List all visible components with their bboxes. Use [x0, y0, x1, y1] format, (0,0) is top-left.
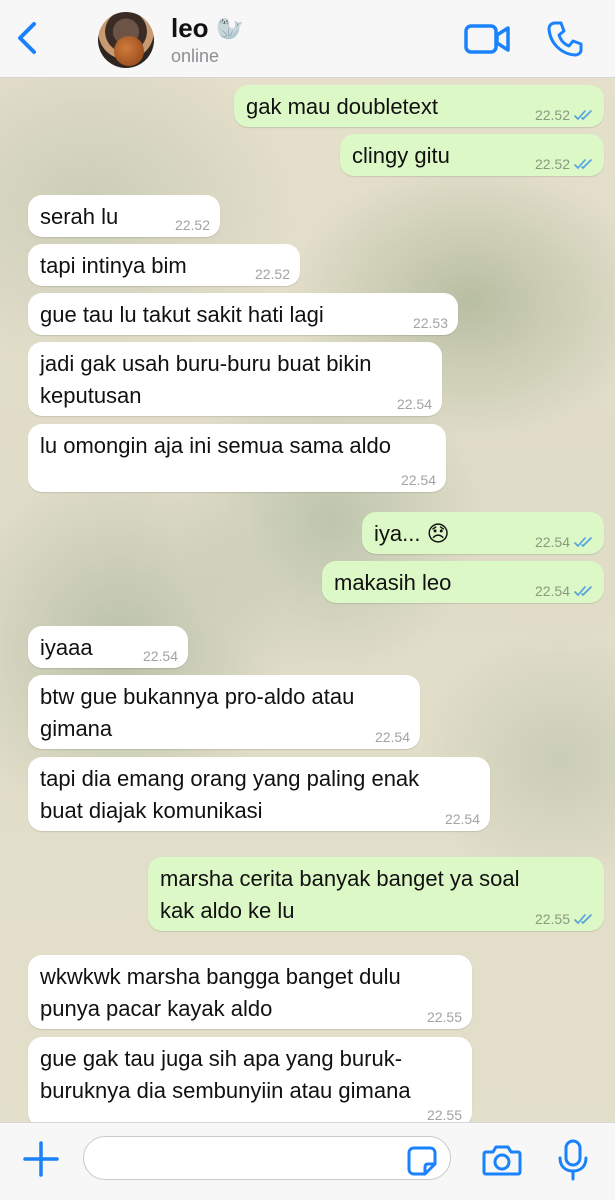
- incoming-message-bubble[interactable]: gue tau lu takut sakit hati lagi 22.53: [28, 293, 458, 335]
- message-timestamp: 22.52: [254, 266, 290, 282]
- incoming-message-bubble[interactable]: iyaaa 22.54: [28, 626, 188, 668]
- message-timestamp: 22.54: [534, 534, 570, 550]
- read-receipt-ticks-icon: [574, 586, 592, 596]
- message-text: marsha cerita banyak banget ya soal kak …: [160, 866, 520, 923]
- camera-button[interactable]: [482, 1143, 522, 1177]
- message-meta: 22.55: [427, 1009, 462, 1025]
- message-meta: 22.54: [401, 472, 436, 488]
- message-text: tapi intinya bim: [40, 253, 187, 278]
- phone-call-icon: [547, 21, 583, 57]
- read-receipt-ticks-icon: [574, 914, 592, 924]
- outgoing-message-bubble[interactable]: makasih leo 22.54: [322, 561, 604, 603]
- message-meta: 22.54: [397, 396, 432, 412]
- message-meta: 22.54: [375, 729, 410, 745]
- message-timestamp: 22.52: [534, 107, 570, 123]
- message-timestamp: 22.52: [534, 156, 570, 172]
- message-text: jadi gak usah buru-buru buat bikin keput…: [40, 351, 372, 408]
- incoming-message-bubble[interactable]: jadi gak usah buru-buru buat bikin keput…: [28, 342, 442, 416]
- incoming-message-bubble[interactable]: tapi intinya bim 22.52: [28, 244, 300, 286]
- message-timestamp: 22.54: [534, 583, 570, 599]
- message-input[interactable]: [83, 1136, 451, 1180]
- message-meta: 22.52: [535, 107, 594, 123]
- message-timestamp: 22.53: [412, 315, 448, 331]
- message-text: lu omongin aja ini semua sama aldo: [40, 433, 391, 458]
- contact-name[interactable]: leo: [171, 13, 209, 44]
- message-list[interactable]: gak mau doubletext 22.52 clingy gitu 22.52 s…: [0, 78, 615, 1122]
- sticker-icon: [407, 1146, 437, 1176]
- message-timestamp: 22.52: [174, 217, 210, 233]
- read-receipt-ticks-icon: [574, 110, 592, 120]
- read-receipt-ticks-icon: [574, 159, 592, 169]
- message-timestamp: 22.55: [534, 911, 570, 927]
- incoming-message-bubble[interactable]: tapi dia emang orang yang paling enak bu…: [28, 757, 490, 831]
- message-meta: 22.55: [535, 911, 594, 927]
- message-text: wkwkwk marsha bangga banget dulu punya p…: [40, 964, 401, 1021]
- message-meta: 22.52: [255, 266, 290, 282]
- message-text: gue tau lu takut sakit hati lagi: [40, 302, 324, 327]
- message-meta: 22.55: [427, 1107, 462, 1122]
- message-timestamp: 22.55: [426, 1009, 462, 1025]
- contact-avatar[interactable]: [98, 12, 154, 68]
- message-meta: 22.52: [535, 156, 594, 172]
- voice-call-button[interactable]: [546, 20, 584, 58]
- message-text: tapi dia emang orang yang paling enak bu…: [40, 766, 420, 823]
- sticker-button[interactable]: [406, 1145, 438, 1177]
- incoming-message-bubble[interactable]: lu omongin aja ini semua sama aldo 22.54: [28, 424, 446, 492]
- video-call-icon: [464, 24, 510, 54]
- microphone-icon: [558, 1139, 588, 1181]
- video-call-button[interactable]: [464, 22, 510, 56]
- back-chevron-icon: [18, 22, 36, 54]
- contact-status: online: [171, 46, 220, 66]
- composer-bar: [0, 1122, 615, 1200]
- message-meta: 22.54: [143, 648, 178, 664]
- read-receipt-ticks-icon: [574, 537, 592, 547]
- message-meta: 22.53: [413, 315, 448, 331]
- message-timestamp: 22.54: [396, 396, 432, 412]
- outgoing-message-bubble[interactable]: gak mau doubletext 22.52: [234, 85, 604, 127]
- message-text: btw gue bukannya pro-aldo atau gimana: [40, 684, 355, 741]
- plus-icon: [23, 1141, 59, 1177]
- back-button[interactable]: [8, 18, 44, 58]
- camera-icon: [482, 1145, 522, 1176]
- message-timestamp: 22.54: [444, 811, 480, 827]
- message-timestamp: 22.55: [426, 1107, 462, 1122]
- message-timestamp: 22.54: [400, 472, 436, 488]
- message-meta: 22.54: [445, 811, 480, 827]
- attach-button[interactable]: [22, 1140, 60, 1178]
- message-meta: 22.54: [535, 583, 594, 599]
- message-timestamp: 22.54: [374, 729, 410, 745]
- outgoing-message-bubble[interactable]: marsha cerita banyak banget ya soal kak …: [148, 857, 604, 931]
- microphone-button[interactable]: [556, 1138, 590, 1182]
- contact-name-emoji: 🦭: [216, 16, 244, 41]
- outgoing-message-bubble[interactable]: iya... 😞 22.54: [362, 512, 604, 554]
- message-timestamp: 22.54: [142, 648, 178, 664]
- incoming-message-bubble[interactable]: btw gue bukannya pro-aldo atau gimana 22.…: [28, 675, 420, 749]
- message-meta: 22.52: [175, 217, 210, 233]
- incoming-message-bubble[interactable]: wkwkwk marsha bangga banget dulu punya p…: [28, 955, 472, 1029]
- chat-header: leo 🦭 online: [0, 0, 615, 78]
- message-text: gue gak tau juga sih apa yang buruk- bur…: [40, 1046, 411, 1103]
- message-meta: 22.54: [535, 534, 594, 550]
- outgoing-message-bubble[interactable]: clingy gitu 22.52: [340, 134, 604, 176]
- incoming-message-bubble[interactable]: serah lu 22.52: [28, 195, 220, 237]
- incoming-message-bubble[interactable]: gue gak tau juga sih apa yang buruk- bur…: [28, 1037, 472, 1122]
